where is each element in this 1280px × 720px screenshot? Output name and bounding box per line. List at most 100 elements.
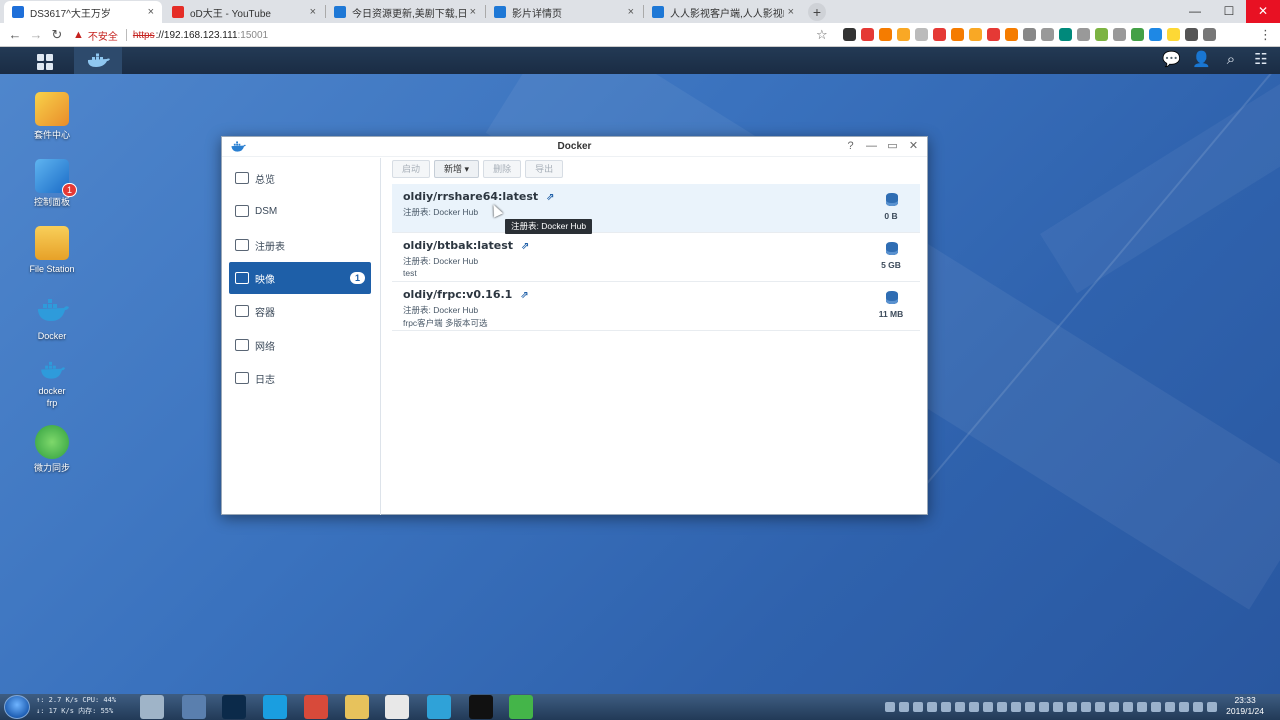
browser-tab-film-detail[interactable]: 影片详情页 ×	[486, 1, 642, 23]
external-link-icon[interactable]: ⇗	[521, 241, 529, 252]
bookmark-star-icon[interactable]: ☆	[816, 27, 828, 43]
tray-icon[interactable]	[1165, 702, 1175, 712]
desktop-icon-docker-frp[interactable]: docker frp	[20, 360, 84, 409]
extension-icon[interactable]	[1059, 28, 1072, 41]
tray-icon[interactable]	[983, 702, 993, 712]
extension-icon[interactable]	[1113, 28, 1126, 41]
list-item[interactable]: oldiy/btbak:latest ⇗ 注册表: Docker Hub test…	[392, 233, 920, 282]
tab-close-icon[interactable]: ×	[148, 6, 154, 18]
reload-button[interactable]: ↻	[49, 27, 65, 43]
desktop-icon-docker[interactable]: Docker	[20, 293, 84, 342]
tab-close-icon[interactable]: ×	[310, 6, 316, 18]
taskbar-app-photoshop[interactable]	[222, 695, 246, 719]
taskbar-app-2[interactable]	[182, 695, 206, 719]
tray-icon[interactable]	[1109, 702, 1119, 712]
sidebar-item-log[interactable]: 日志	[229, 362, 371, 394]
extension-icon[interactable]	[1131, 28, 1144, 41]
taskbar-app-1[interactable]	[140, 695, 164, 719]
extension-icon[interactable]	[915, 28, 928, 41]
extension-icon[interactable]	[897, 28, 910, 41]
extension-icon[interactable]	[1167, 28, 1180, 41]
external-link-icon[interactable]: ⇗	[520, 290, 528, 301]
launch-button[interactable]: 启动	[392, 160, 431, 178]
clock[interactable]: 23:33 2019/1/24	[1226, 695, 1264, 717]
extension-icon[interactable]	[1203, 28, 1216, 41]
browser-tab-renren[interactable]: 人人影视客户端,人人影视PRO,人 ×	[644, 1, 802, 23]
extension-icon[interactable]	[1149, 28, 1162, 41]
desktop-icon-file-station[interactable]: File Station	[20, 226, 84, 275]
main-menu-button[interactable]	[30, 51, 58, 71]
back-button[interactable]: ←	[7, 27, 23, 43]
taskbar-app-6[interactable]	[304, 695, 328, 719]
taskbar-docker-button[interactable]	[74, 47, 122, 74]
new-tab-button[interactable]: +	[808, 3, 826, 21]
extension-icon[interactable]	[861, 28, 874, 41]
tray-icon[interactable]	[1179, 702, 1189, 712]
tab-close-icon[interactable]: ×	[788, 6, 794, 18]
minimize-window-button[interactable]: —	[1178, 0, 1212, 23]
search-icon[interactable]: ⌕	[1222, 51, 1240, 69]
tray-icon[interactable]	[997, 702, 1007, 712]
tray-icon[interactable]	[1095, 702, 1105, 712]
browser-tab-youtube[interactable]: oD大王 - YouTube ×	[164, 1, 324, 23]
taskbar-app-chrome[interactable]	[385, 695, 409, 719]
window-title-bar[interactable]: Docker ? — ▭ ✕	[222, 137, 927, 157]
desktop-icon-control-panel[interactable]: 1 控制面板	[20, 159, 84, 208]
warning-icon[interactable]: ▲	[73, 29, 84, 41]
widgets-icon[interactable]: ☷	[1252, 51, 1270, 69]
delete-button[interactable]: 删除	[483, 160, 522, 178]
user-icon[interactable]: 👤	[1192, 51, 1211, 69]
tray-icon[interactable]	[1193, 702, 1203, 712]
security-label[interactable]: 不安全	[88, 28, 118, 43]
minimize-button[interactable]: —	[866, 140, 877, 153]
external-link-icon[interactable]: ⇗	[546, 192, 554, 203]
extension-icon[interactable]	[1023, 28, 1036, 41]
tray-icon[interactable]	[1011, 702, 1021, 712]
extension-icon[interactable]	[951, 28, 964, 41]
sidebar-item-image[interactable]: 映像 1	[229, 262, 371, 294]
list-item[interactable]: oldiy/rrshare64:latest ⇗ 注册表: Docker Hub …	[392, 184, 920, 233]
extension-icon[interactable]	[1005, 28, 1018, 41]
maximize-window-button[interactable]: ☐	[1212, 0, 1246, 23]
help-button[interactable]: ?	[845, 140, 856, 153]
tray-icon[interactable]	[885, 702, 895, 712]
tray-icon[interactable]	[913, 702, 923, 712]
tray-icon[interactable]	[1067, 702, 1077, 712]
tab-close-icon[interactable]: ×	[470, 6, 476, 18]
sidebar-item-registry[interactable]: 注册表	[229, 229, 371, 261]
start-button[interactable]	[4, 695, 30, 719]
extension-icon[interactable]	[1185, 28, 1198, 41]
extension-icon[interactable]	[933, 28, 946, 41]
export-button[interactable]: 导出	[525, 160, 564, 178]
maximize-button[interactable]: ▭	[887, 140, 898, 153]
taskbar-app-telegram[interactable]	[427, 695, 451, 719]
close-button[interactable]: ✕	[908, 140, 919, 153]
address-bar[interactable]: ▲ 不安全 https ://192.168.123.111 :15001	[73, 25, 833, 45]
browser-menu-icon[interactable]: ⋮	[1259, 27, 1272, 42]
sidebar-item-container[interactable]: 容器	[229, 295, 371, 327]
close-window-button[interactable]: ✕	[1246, 0, 1280, 23]
desktop-icon-weili-sync[interactable]: 微力同步	[20, 425, 84, 474]
tray-icon[interactable]	[1207, 702, 1217, 712]
tray-icon[interactable]	[1053, 702, 1063, 712]
extension-icon[interactable]	[1077, 28, 1090, 41]
taskbar-app-wechat[interactable]	[509, 695, 533, 719]
chat-icon[interactable]: 💬	[1162, 51, 1181, 69]
tray-icon[interactable]	[1151, 702, 1161, 712]
tray-icon[interactable]	[1025, 702, 1035, 712]
tab-close-icon[interactable]: ×	[628, 6, 634, 18]
tray-icon[interactable]	[1123, 702, 1133, 712]
forward-button[interactable]: →	[28, 27, 44, 43]
extension-icon[interactable]	[843, 28, 856, 41]
sidebar-item-dsm[interactable]: DSM	[229, 195, 371, 227]
extension-icon[interactable]	[1041, 28, 1054, 41]
extension-icon[interactable]	[879, 28, 892, 41]
taskbar-app-5[interactable]	[263, 695, 287, 719]
sidebar-item-network[interactable]: 网络	[229, 329, 371, 361]
extension-icon[interactable]	[987, 28, 1000, 41]
tray-icon[interactable]	[1137, 702, 1147, 712]
tray-icon[interactable]	[1081, 702, 1091, 712]
sidebar-item-overview[interactable]: 总览	[229, 162, 371, 194]
extension-icon[interactable]	[1095, 28, 1108, 41]
browser-tab-resources[interactable]: 今日资源更新,美剧下载,日剧下载 ×	[326, 1, 484, 23]
